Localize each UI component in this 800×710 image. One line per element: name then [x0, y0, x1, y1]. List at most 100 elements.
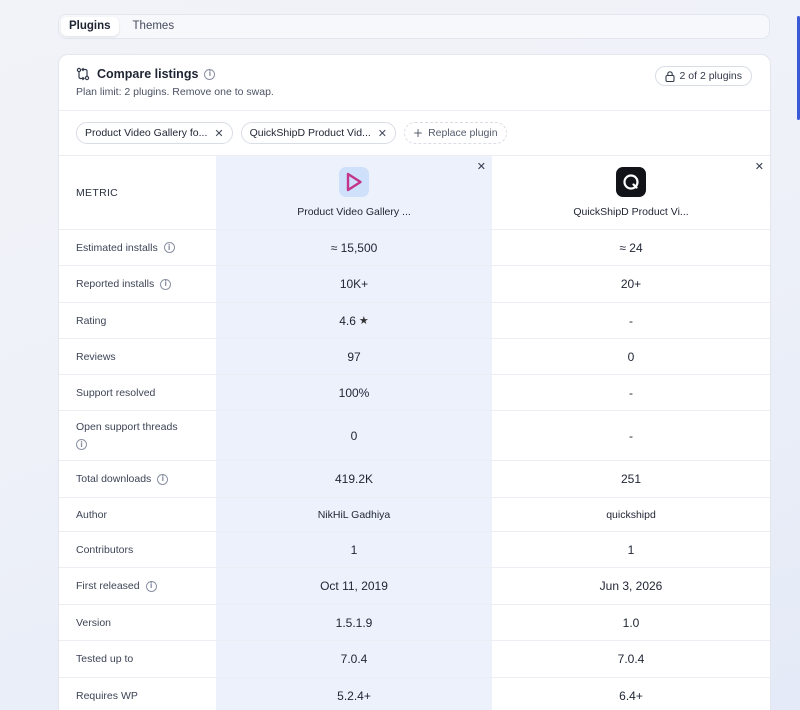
value-a: 97 — [347, 349, 361, 364]
value-b: 6.4+ — [619, 688, 643, 703]
table-row: Support resolved 100% - — [59, 375, 770, 411]
value-a: NikHiL Gadhiya — [317, 508, 391, 521]
tab-plugins[interactable]: Plugins — [61, 17, 119, 36]
plugin-count-text: 2 of 2 plugins — [679, 70, 742, 82]
star-icon: ★ — [358, 314, 369, 327]
page-title: Compare listings — [97, 67, 199, 81]
info-icon[interactable]: i — [163, 242, 175, 253]
plugin-column-header-b: ✕ QuickShipD Product Vi... — [492, 156, 770, 229]
metric-label-text: Requires WP — [76, 689, 138, 702]
metric-label-text: Support resolved — [76, 386, 156, 399]
plan-limit-note: Plan limit: 2 plugins. Remove one to swa… — [76, 86, 274, 98]
catalog-tabs: Plugins Themes — [58, 14, 770, 39]
comparison-table: METRIC ✕ Product Video Gallery ... ✕ Qui… — [59, 156, 770, 710]
info-icon[interactable]: i — [145, 580, 157, 592]
metric-label: Estimated installs i — [59, 230, 216, 265]
value-b: - — [629, 385, 633, 400]
metric-label-text: Reviews — [76, 350, 116, 363]
value-a: 5.2.4+ — [337, 688, 371, 703]
value-b: - — [629, 313, 633, 328]
metric-label: Reported installs i — [59, 266, 216, 302]
value-b: 20+ — [620, 277, 642, 291]
metric-label-text: Reported installs — [76, 278, 155, 290]
plugin-chip-product-video-gallery: Product Video Gallery fo... ✕ — [76, 122, 233, 144]
title-row: Compare listings i — [76, 67, 216, 81]
close-icon[interactable]: ✕ — [755, 160, 764, 173]
value-b: quickshipd — [606, 508, 656, 521]
metric-label: Support resolved — [59, 375, 216, 410]
chip-label: QuickShipD Product Vid... — [249, 127, 371, 139]
table-row: Total downloads i 419.2K 251 — [59, 461, 770, 498]
info-icon[interactable]: i — [157, 473, 169, 485]
value-a: 4.6 ★ — [216, 303, 492, 338]
metric-label-text: Total downloads — [76, 473, 152, 485]
value-b: 251 — [620, 472, 642, 486]
metric-label: Reviews — [59, 339, 216, 374]
tab-themes[interactable]: Themes — [125, 17, 183, 36]
table-row: Reported installs i 10K+ 20+ — [59, 266, 770, 303]
selected-plugins-row: Product Video Gallery fo... ✕ QuickShipD… — [59, 111, 770, 156]
metric-label-text: First released — [76, 580, 140, 592]
metric-label-text: Rating — [76, 314, 107, 327]
value-a: 100% — [338, 385, 370, 400]
table-row: Requires WP 5.2.4+ 6.4+ — [59, 678, 770, 710]
plugin-chip-quickshipd: QuickShipD Product Vid... ✕ — [240, 122, 397, 144]
metric-label: Tested up to — [59, 641, 216, 677]
rating-value: 4.6 — [339, 313, 356, 328]
close-icon[interactable]: ✕ — [477, 160, 486, 173]
value-a: 1 — [350, 542, 358, 557]
metric-column-header: METRIC — [76, 186, 119, 199]
value-b: 1.0 — [622, 615, 640, 630]
value-a: 1.5.1.9 — [335, 615, 373, 630]
metric-label: Open support threads i — [59, 411, 216, 460]
replace-plugin-label: Replace plugin — [428, 127, 498, 139]
replace-plugin-button[interactable]: + Replace plugin — [404, 122, 507, 144]
metric-label: Total downloads i — [59, 461, 216, 497]
metric-label: Contributors — [59, 532, 216, 567]
value-a: ≈ 15,500 — [330, 240, 378, 255]
value-a: 7.0.4 — [340, 652, 368, 666]
info-icon[interactable]: i — [76, 439, 87, 450]
close-icon[interactable]: ✕ — [214, 127, 223, 140]
compare-card: Compare listings i Plan limit: 2 plugins… — [58, 54, 771, 710]
value-b: - — [629, 428, 633, 443]
chip-label: Product Video Gallery fo... — [85, 127, 208, 139]
value-b: 0 — [627, 349, 635, 364]
compare-arrows-icon — [76, 67, 90, 81]
metric-label-text: Author — [76, 508, 107, 521]
table-row: Reviews 97 0 — [59, 339, 770, 375]
metric-label-text: Contributors — [76, 543, 134, 556]
metric-label-text: Open support threads — [76, 421, 178, 433]
value-b: 7.0.4 — [617, 652, 645, 666]
metric-label: Requires WP — [59, 678, 216, 710]
plugin-column-header-a: ✕ Product Video Gallery ... — [216, 156, 492, 229]
metric-label: First released i — [59, 568, 216, 604]
info-icon[interactable]: i — [204, 68, 216, 80]
metric-label: Author — [59, 498, 216, 531]
compare-header: Compare listings i Plan limit: 2 plugins… — [59, 55, 770, 111]
table-header-row: METRIC ✕ Product Video Gallery ... ✕ Qui… — [59, 156, 770, 230]
metric-label-text: Estimated installs — [76, 241, 158, 254]
value-a: Oct 11, 2019 — [320, 579, 388, 593]
plugin-name-b: QuickShipD Product Vi... — [573, 206, 689, 218]
value-a: 419.2K — [334, 472, 374, 486]
metric-label: Version — [59, 605, 216, 640]
value-b: 1 — [627, 542, 635, 557]
table-row: Author NikHiL Gadhiya quickshipd — [59, 498, 770, 532]
value-a: 0 — [350, 428, 358, 443]
table-row: Rating 4.6 ★ - — [59, 303, 770, 339]
value-b: ≈ 24 — [619, 240, 643, 255]
lock-icon — [664, 70, 675, 82]
value-b: Jun 3, 2026 — [599, 579, 663, 593]
metric-label-text: Tested up to — [76, 653, 134, 665]
table-row: Tested up to 7.0.4 7.0.4 — [59, 641, 770, 678]
plugin-logo-product-video-gallery — [339, 167, 369, 197]
info-icon[interactable]: i — [160, 278, 172, 290]
metric-label-text: Version — [76, 616, 112, 629]
plugin-name-a: Product Video Gallery ... — [297, 206, 411, 218]
plugin-logo-quickshipd — [616, 167, 646, 197]
table-row: Open support threads i 0 - — [59, 411, 770, 461]
close-icon[interactable]: ✕ — [378, 127, 387, 140]
plugin-count-badge: 2 of 2 plugins — [654, 66, 752, 86]
metric-label: Rating — [59, 303, 216, 338]
